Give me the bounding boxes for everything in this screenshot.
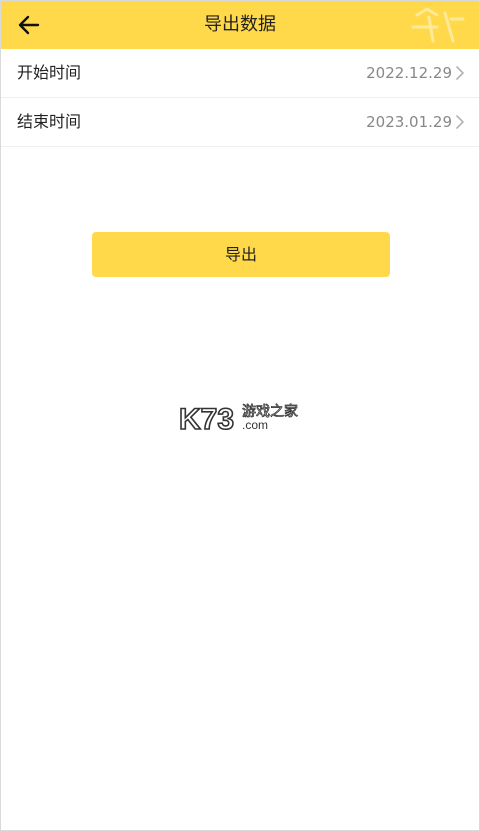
logo-cn-text: 游戏之家: [242, 403, 298, 420]
watermark-graphic: [411, 7, 465, 43]
k73-logo: K73 .com 游戏之家: [179, 402, 298, 433]
end-time-value: 2023.01.29: [366, 113, 452, 131]
export-button[interactable]: 导出: [92, 232, 390, 277]
start-time-row[interactable]: 开始时间 2022.12.29: [1, 49, 479, 98]
chevron-right-icon: [456, 66, 464, 80]
top-app-bar: 导出数据: [1, 1, 479, 49]
end-time-label: 结束时间: [17, 112, 82, 131]
start-time-label: 开始时间: [17, 63, 82, 82]
logo-text: K73: [179, 403, 234, 433]
app-frame: 导出数据 开始时间 2022.12.29 结束时间 2023.01.29 导出 …: [0, 0, 480, 831]
end-time-row[interactable]: 结束时间 2023.01.29: [1, 98, 479, 147]
logo-sub: .com: [242, 418, 268, 432]
start-time-value: 2022.12.29: [366, 64, 452, 82]
chevron-right-icon: [456, 115, 464, 129]
